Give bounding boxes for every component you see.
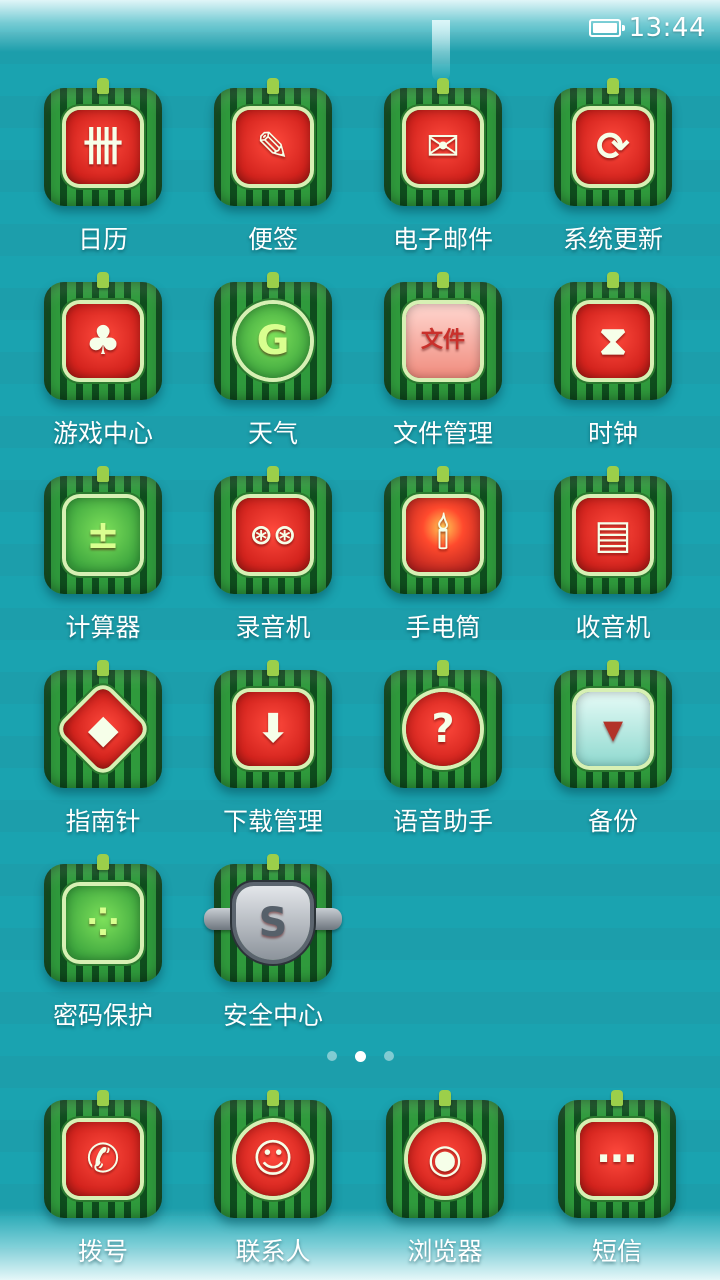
email-envelope-icon: ✉ [384,78,502,206]
app-label: 文件管理 [392,419,493,448]
app-weather[interactable]: G 天气 [188,272,358,454]
app-label: 时钟 [587,419,638,448]
app-label: 拨号 [77,1237,128,1266]
app-password-protection[interactable]: ⁘ 密码保护 [18,854,188,1036]
app-security-center[interactable]: S 安全中心 [188,854,358,1036]
dock-contacts[interactable]: ☺ 联系人 [188,1090,358,1272]
app-email[interactable]: ✉ 电子邮件 [358,78,528,260]
page-indicator[interactable] [0,1048,720,1064]
dock-messages[interactable]: ⋯ 短信 [532,1090,702,1272]
password-pattern-icon: ⁘ [44,854,162,982]
app-label: 备份 [587,807,638,836]
app-label: 指南针 [65,807,141,836]
club-suit-icon: ♣ [44,272,162,400]
calculator-icon: ± [44,466,162,594]
hourglass-icon: ⧗ [554,272,672,400]
voice-assistant-question-icon: ? [384,660,502,788]
system-update-arrow-icon: ⟳ [554,78,672,206]
app-label: 安全中心 [222,1001,323,1030]
app-notes[interactable]: ✎ 便签 [188,78,358,260]
app-label: 计算器 [65,613,141,642]
app-label: 日历 [77,225,128,254]
app-label: 浏览器 [407,1237,483,1266]
app-label: 系统更新 [562,225,663,254]
app-label: 密码保护 [52,1001,153,1030]
app-calculator[interactable]: ± 计算器 [18,466,188,648]
browser-planet-icon: ◉ [386,1090,504,1218]
app-label: 下载管理 [222,807,323,836]
radio-icon: ▤ [554,466,672,594]
app-label: 联系人 [235,1237,311,1266]
status-bar: 13:44 [588,8,706,48]
app-recorder[interactable]: ⊛⊛ 录音机 [188,466,358,648]
app-system-update[interactable]: ⟳ 系统更新 [528,78,698,260]
contacts-person-icon: ☺ [214,1090,332,1218]
app-file-manager[interactable]: 文件 文件管理 [358,272,528,454]
dock: ✆ 拨号 ☺ 联系人 ◉ 浏览器 ⋯ 短信 [18,1090,702,1272]
compass-icon: ◆ [44,660,162,788]
app-label: 游戏中心 [52,419,153,448]
app-label: 手电筒 [405,613,481,642]
dock-browser[interactable]: ◉ 浏览器 [360,1090,530,1272]
app-compass[interactable]: ◆ 指南针 [18,660,188,842]
page-dot[interactable] [326,1051,337,1061]
app-calendar[interactable]: 卌 日历 [18,78,188,260]
app-label: 电子邮件 [392,225,493,254]
app-label: 收音机 [575,613,651,642]
download-arrow-icon: ⬇ [214,660,332,788]
app-label: 短信 [591,1237,642,1266]
page-dot-active[interactable] [354,1050,366,1062]
app-clock[interactable]: ⧗ 时钟 [528,272,698,454]
backup-box-icon: ▾ [554,660,672,788]
file-folder-icon: 文件 [384,272,502,400]
phone-handset-icon: ✆ [44,1090,162,1218]
icicle-decoration [432,20,450,82]
app-label: 便签 [247,225,298,254]
calendar-icon: 卌 [44,78,162,206]
app-download-manager[interactable]: ⬇ 下载管理 [188,660,358,842]
app-voice-assistant[interactable]: ? 语音助手 [358,660,528,842]
battery-full-icon [588,19,625,37]
app-radio[interactable]: ▤ 收音机 [528,466,698,648]
message-bubble-icon: ⋯ [558,1090,676,1218]
app-label: 天气 [247,419,298,448]
app-label: 语音助手 [392,807,493,836]
dock-phone[interactable]: ✆ 拨号 [18,1090,188,1272]
app-flashlight[interactable]: 🕯 手电筒 [358,466,528,648]
security-shield-icon: S [204,854,342,982]
app-label: 录音机 [235,613,311,642]
notes-pencil-icon: ✎ [214,78,332,206]
app-game-center[interactable]: ♣ 游戏中心 [18,272,188,454]
page-dot[interactable] [383,1051,394,1061]
status-time: 13:44 [628,13,706,43]
flashlight-candle-icon: 🕯 [384,466,502,594]
recorder-tape-icon: ⊛⊛ [214,466,332,594]
weather-sun-icon: G [214,272,332,400]
app-backup[interactable]: ▾ 备份 [528,660,698,842]
